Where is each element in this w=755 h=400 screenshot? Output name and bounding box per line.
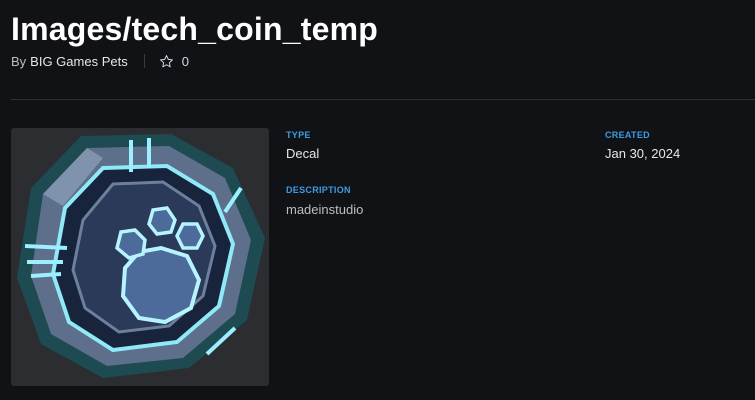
by-prefix: By xyxy=(11,53,27,69)
type-value: Decal xyxy=(286,146,320,161)
description-label: DESCRIPTION xyxy=(286,185,351,195)
type-label: TYPE xyxy=(286,130,311,140)
description-value: madeinstudio xyxy=(286,202,364,217)
creator-link[interactable]: BIG Games Pets xyxy=(30,54,128,69)
asset-page: Images/tech_coin_temp By BIG Games Pets … xyxy=(0,0,755,400)
asset-thumbnail xyxy=(11,128,269,386)
created-label: CREATED xyxy=(605,130,650,140)
favorite-button[interactable]: 0 xyxy=(159,54,189,69)
byline-separator xyxy=(143,54,145,68)
created-value: Jan 30, 2024 xyxy=(605,146,681,161)
header-divider xyxy=(11,99,755,100)
favorite-count: 0 xyxy=(181,53,189,69)
page-title: Images/tech_coin_temp xyxy=(11,11,378,47)
byline: By BIG Games Pets 0 xyxy=(11,52,189,70)
star-outline-icon xyxy=(159,54,173,67)
tech-coin-image xyxy=(17,134,265,378)
